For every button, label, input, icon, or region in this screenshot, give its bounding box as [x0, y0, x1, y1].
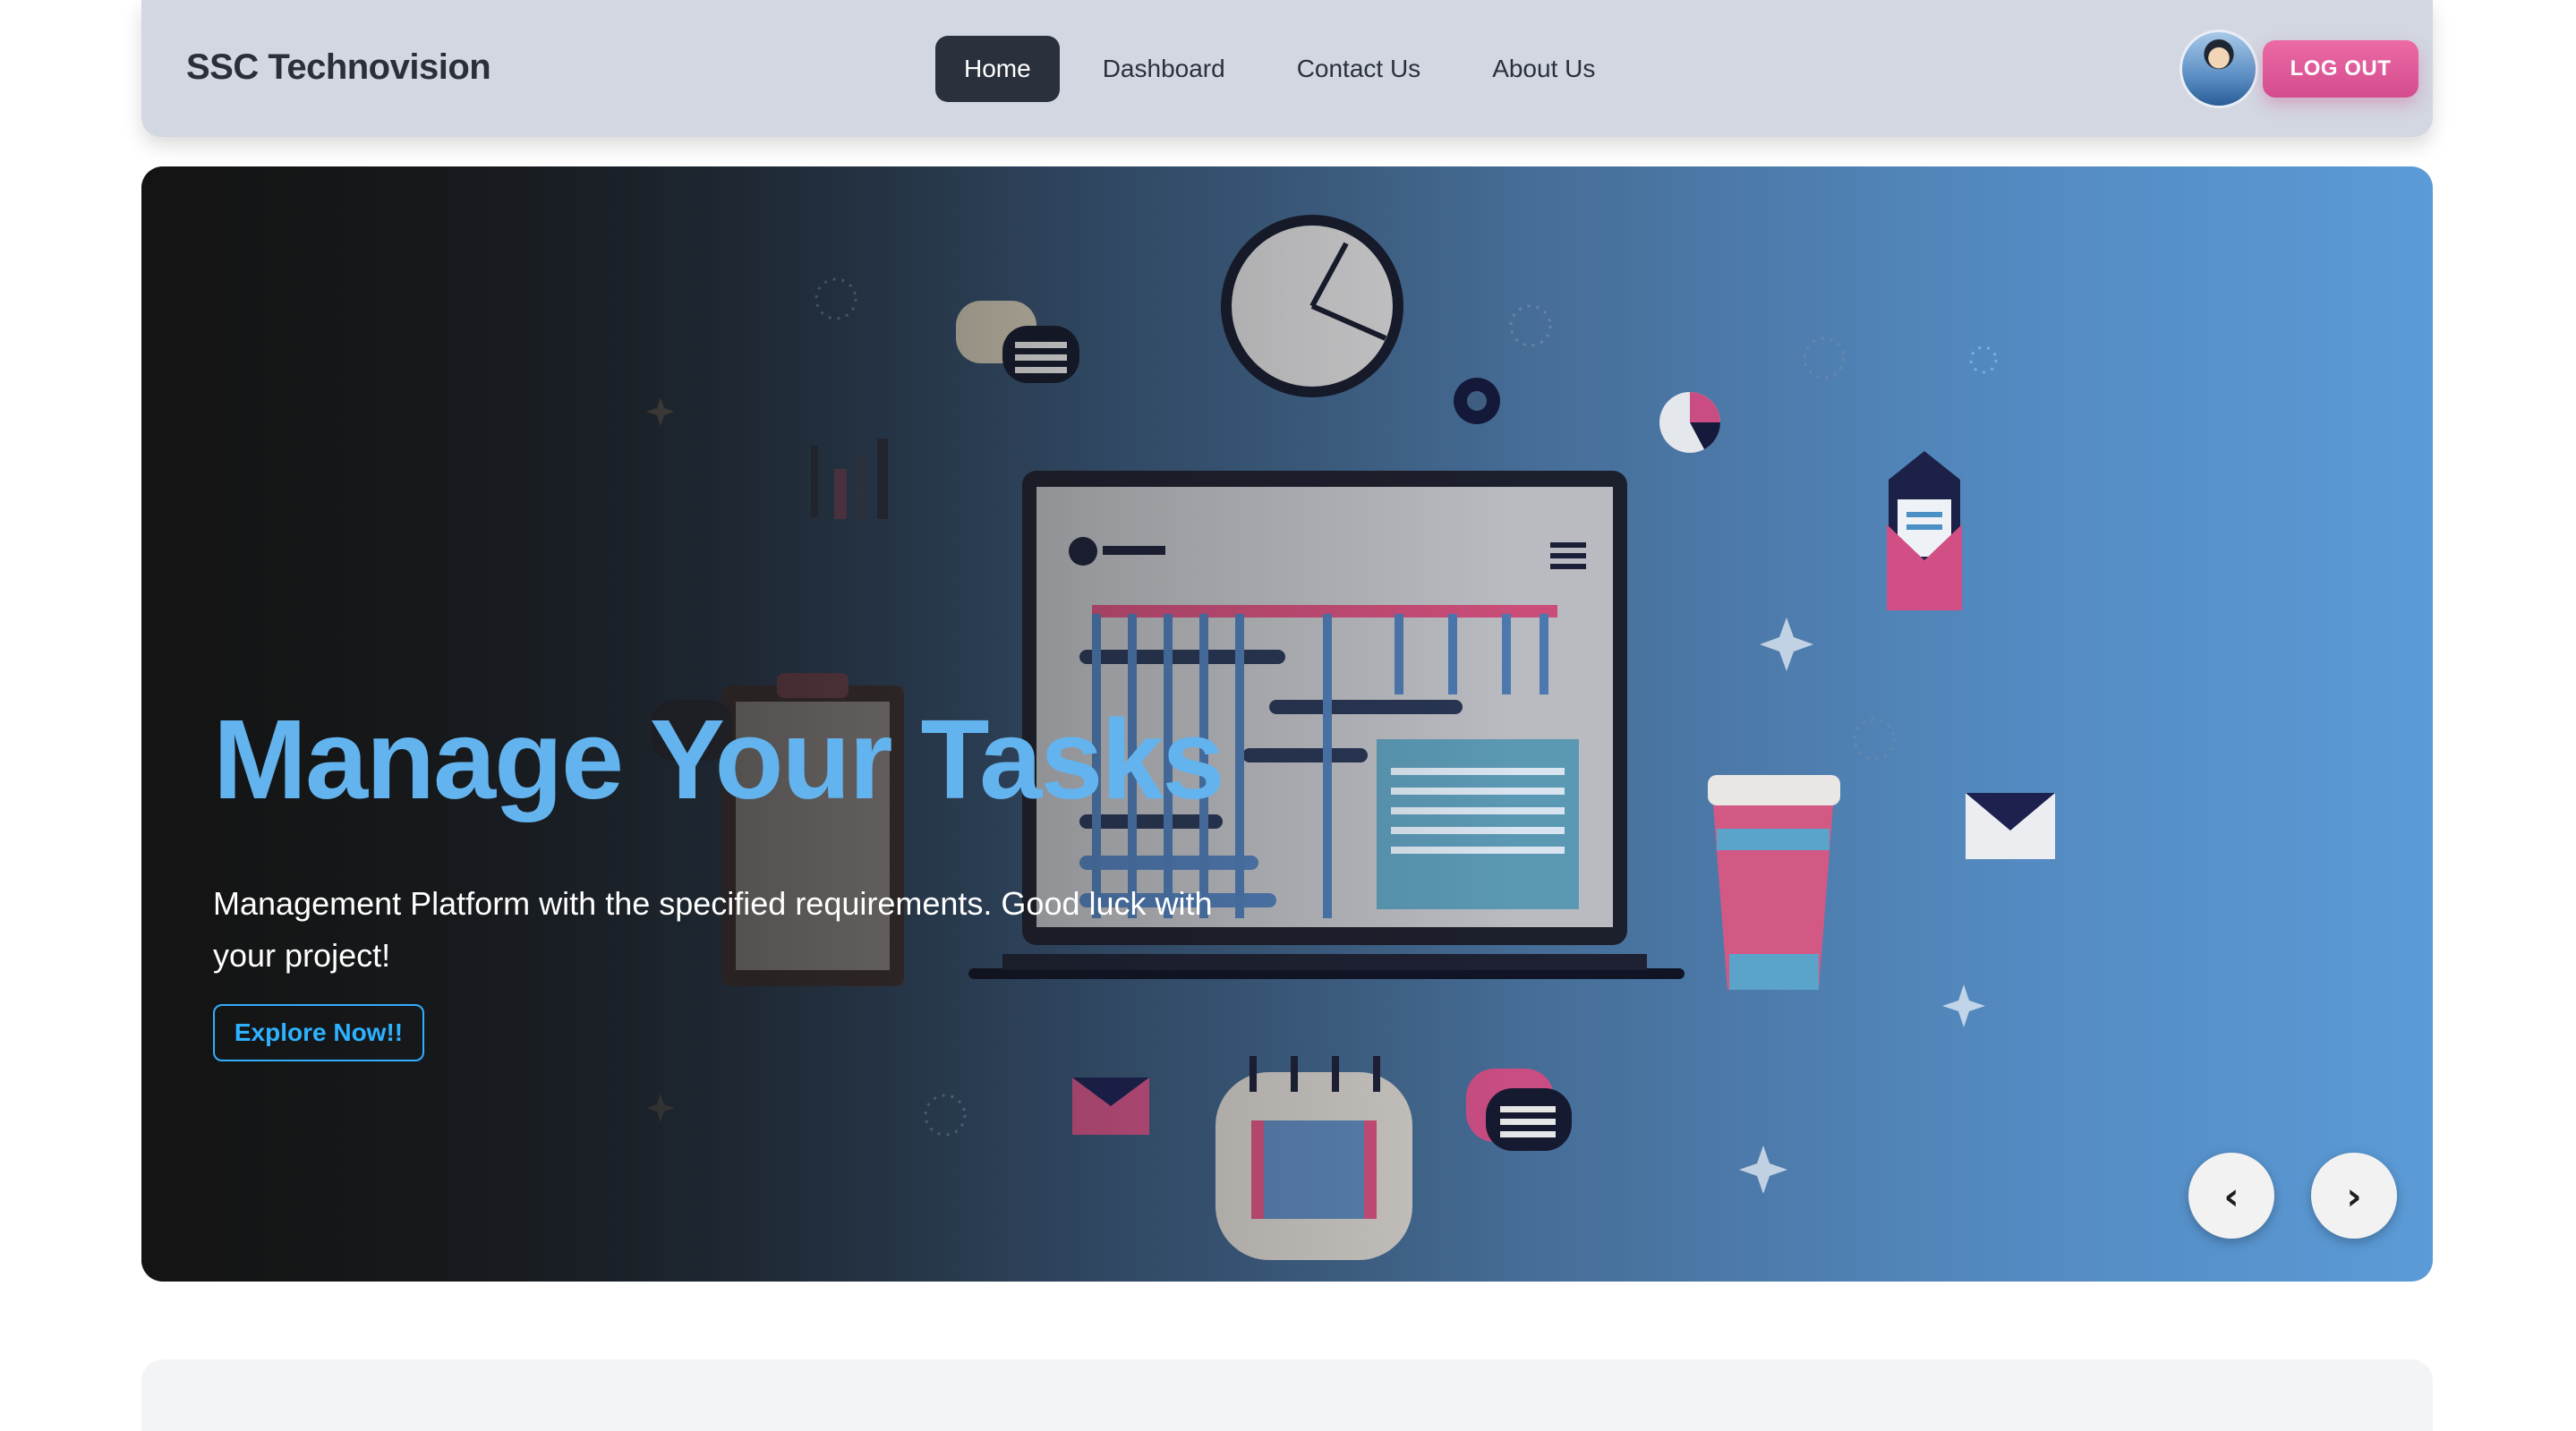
carousel-prev-button[interactable]: ‹	[2188, 1153, 2274, 1239]
nav-contact-us[interactable]: Contact Us	[1268, 36, 1450, 102]
hero-description: Management Platform with the specified r…	[213, 885, 1213, 974]
brand-logo-text[interactable]: SSC Technovision	[186, 47, 491, 88]
nav-dashboard[interactable]: Dashboard	[1074, 36, 1254, 102]
next-section-card	[141, 1359, 2433, 1431]
nav-about-us[interactable]: About Us	[1463, 36, 1624, 102]
nav-home[interactable]: Home	[935, 36, 1060, 102]
hero-title: Manage Your Tasks	[213, 696, 1224, 822]
explore-now-button[interactable]: Explore Now!!	[213, 1004, 424, 1061]
main-nav: Home Dashboard Contact Us About Us	[935, 36, 1638, 102]
hero-carousel: Manage Your Tasks Management Platform wi…	[141, 166, 2433, 1282]
carousel-next-button[interactable]: ›	[2311, 1153, 2397, 1239]
logout-button[interactable]: LOG OUT	[2263, 40, 2418, 98]
user-avatar[interactable]	[2182, 32, 2256, 106]
navbar: SSC Technovision Home Dashboard Contact …	[141, 0, 2433, 137]
